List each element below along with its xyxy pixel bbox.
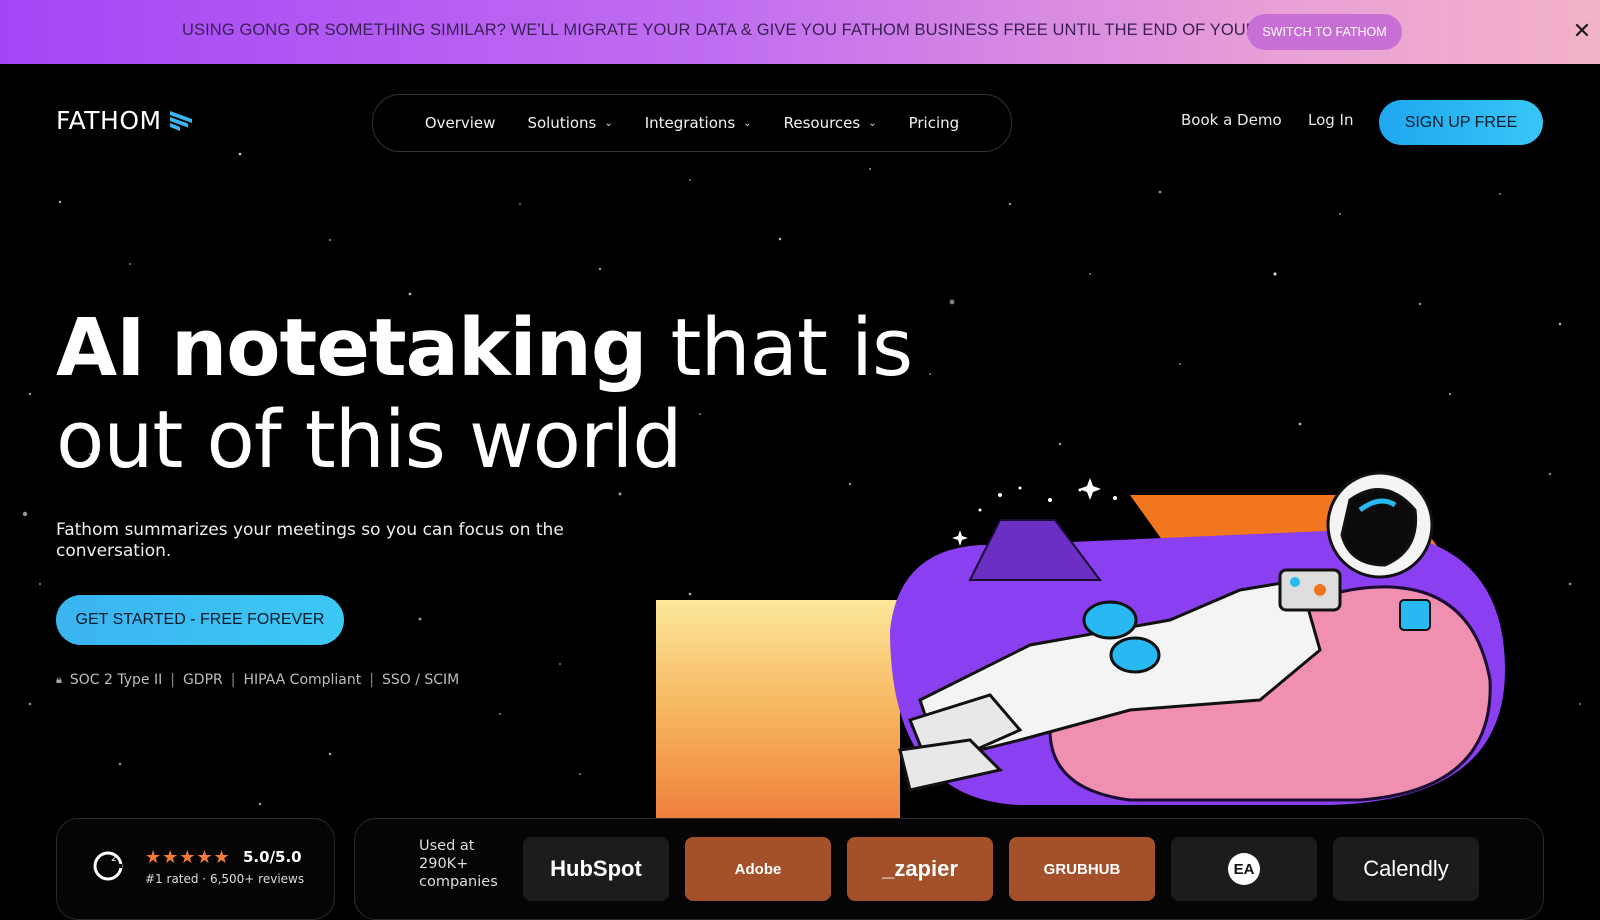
nav-resources-label: Resources [783, 114, 861, 132]
calendly-logo[interactable]: Calendly [1333, 837, 1479, 901]
nav-pricing[interactable]: Pricing [909, 114, 960, 132]
compliance-list: 🔒︎ SOC 2 Type II | GDPR | HIPAA Complian… [56, 672, 459, 688]
hero-title-line1: that is [646, 302, 914, 394]
ea-logo-text: EA [1228, 853, 1260, 885]
lock-icon: 🔒︎ [56, 673, 62, 686]
nav-solutions[interactable]: Solutions ⌄ [527, 114, 612, 132]
zapier-logo[interactable]: _zapier [847, 837, 993, 901]
grubhub-logo[interactable]: GRUBHUB [1009, 837, 1155, 901]
compliance-gdpr: GDPR [182, 672, 223, 688]
signup-button[interactable]: SIGN UP FREE [1379, 100, 1543, 145]
fathom-logo[interactable]: FATHOM [56, 106, 194, 135]
zapier-logo-text: _zapier [882, 856, 958, 881]
hero-subtitle: Fathom summarizes your meetings so you c… [56, 520, 564, 561]
hero-title: AI notetaking that is out of this world [56, 302, 914, 486]
promo-banner: USING GONG OR SOMETHING SIMILAR? WE'LL M… [0, 0, 1600, 64]
rating-stars: ★★★★★ [145, 847, 231, 868]
nav-pricing-label: Pricing [908, 114, 960, 132]
nav-solutions-label: Solutions [527, 114, 597, 132]
logo-wordmark: FATHOM [56, 106, 162, 135]
main-nav: Overview Solutions ⌄ Integrations ⌄ Reso… [372, 94, 1012, 152]
used-at-label: Used at 290K+ companies [419, 838, 498, 890]
nav-overview[interactable]: Overview [425, 114, 496, 132]
calendly-logo-text: Calendly [1363, 856, 1449, 881]
compliance-soc2: SOC 2 Type II [69, 672, 163, 688]
gradient-panel [656, 600, 900, 820]
chevron-down-icon: ⌄ [868, 117, 877, 129]
chevron-down-icon: ⌄ [743, 117, 752, 129]
chevron-down-icon: ⌄ [604, 117, 613, 129]
separator: | [170, 672, 175, 688]
hubspot-logo-text: HubSpot [550, 856, 642, 881]
hero-title-line2: out of this world [56, 394, 683, 486]
nav-overview-label: Overview [424, 114, 496, 132]
hubspot-logo[interactable]: HubSpot [523, 837, 669, 901]
nav-integrations-label: Integrations [644, 114, 736, 132]
rating-score: 5.0/5.0 [243, 848, 302, 866]
close-icon[interactable]: ✕ [1572, 20, 1592, 44]
svg-text:2: 2 [111, 854, 117, 864]
ea-logo[interactable]: EA [1171, 837, 1317, 901]
separator: | [369, 672, 374, 688]
g2-logo-icon: 2 [93, 851, 123, 881]
login-link[interactable]: Log In [1308, 111, 1354, 129]
grubhub-logo-text: GRUBHUB [1043, 860, 1121, 878]
book-demo-link[interactable]: Book a Demo [1181, 111, 1282, 129]
promo-banner-text: USING GONG OR SOMETHING SIMILAR? WE'LL M… [182, 21, 1358, 39]
adobe-logo-text: Adobe [734, 860, 782, 878]
compliance-hipaa: HIPAA Compliant [243, 672, 362, 688]
get-started-button[interactable]: GET STARTED - FREE FOREVER [56, 595, 344, 645]
hero-title-bold: AI notetaking [56, 302, 647, 394]
astronaut-illustration [890, 471, 1505, 805]
fathom-logo-icon [169, 110, 192, 131]
switch-to-fathom-button[interactable]: SWITCH TO FATHOM [1247, 14, 1402, 50]
adobe-logo[interactable]: Adobe [685, 837, 831, 901]
companies-card: Used at 290K+ companies HubSpot Adobe _z… [354, 818, 1544, 920]
rating-subtext: #1 rated · 6,500+ reviews [145, 872, 305, 886]
nav-integrations[interactable]: Integrations ⌄ [645, 114, 752, 132]
compliance-sso: SSO / SCIM [381, 672, 460, 688]
separator: | [230, 672, 236, 688]
nav-resources[interactable]: Resources ⌄ [784, 114, 877, 132]
g2-rating-card[interactable]: 2 ★★★★★ 5.0/5.0 #1 rated · 6,500+ review… [56, 818, 335, 920]
